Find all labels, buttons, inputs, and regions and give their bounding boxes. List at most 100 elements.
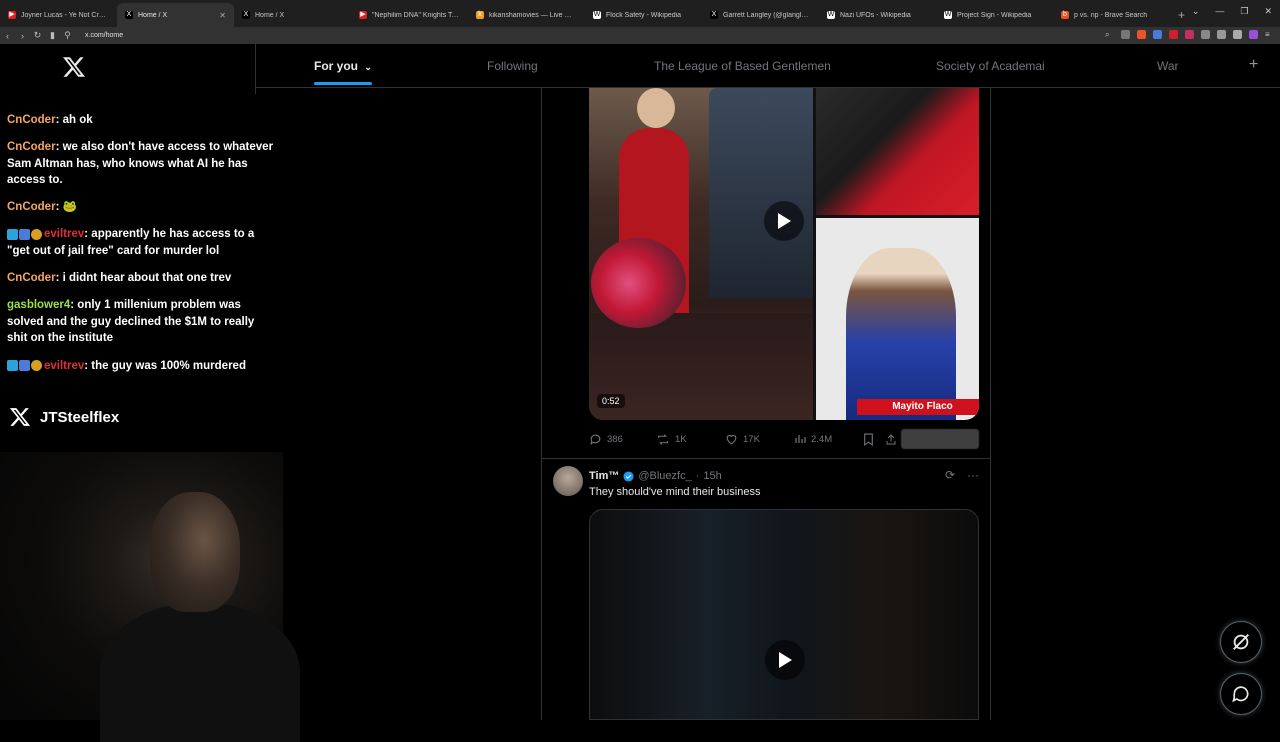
play-button[interactable] [765,640,805,680]
extension-icons: ⌕ ≡ [1105,30,1274,39]
messages-button[interactable] [1220,673,1262,715]
favicon-icon: ▶ [8,11,16,19]
bookmark-icon [864,433,873,446]
favicon-icon: X [710,11,718,19]
favicon-icon: X [125,11,133,19]
tab-label: p vs. np - Brave Search [1074,11,1148,19]
home-timeline-tabs: For you ⌄ Following The League of Based … [256,44,1280,88]
maximize-button[interactable]: ❐ [1240,6,1248,17]
repost-icon [658,433,668,445]
share-button[interactable] [885,433,897,446]
close-tab-icon[interactable]: ✕ [219,11,226,20]
author-handle[interactable]: @Bluezfc_ [638,470,691,482]
browser-tab[interactable]: ▶ Joyner Lucas - Ye Not Crazy (Offi [0,3,117,27]
play-button[interactable] [764,201,804,241]
tab-label: kikanshamovies — Live Movie Ch [489,11,577,19]
new-tab-button[interactable]: + [1170,3,1193,27]
chat-message: CnCoder: we also don't have access to wh… [7,139,277,189]
bookmark-button[interactable] [863,433,874,446]
extension-icon[interactable] [1249,30,1258,39]
post-video-media[interactable]: 0:52 Mayito Flaco [589,88,979,420]
chat-badge-icon [7,228,18,240]
chat-badge-icon [7,360,18,371]
tab-society-of-academai[interactable]: Society of Academai [936,44,1045,88]
extension-icon[interactable] [1153,30,1162,39]
chat-username: gasblower4 [7,299,71,312]
tab-label: Flock Safety - Wikipedia [606,11,682,19]
url-field[interactable]: x.com/home [85,32,123,39]
browser-tab[interactable]: W Nazi UFOs - Wikipedia [819,3,936,27]
browser-tab[interactable]: W Flock Safety - Wikipedia [585,3,702,27]
tab-search-icon[interactable]: ⌄ [1192,6,1200,17]
favicon-icon: W [944,11,952,19]
streamer-handle: JTSteelflex [9,406,119,428]
tab-league-of-based-gentlemen[interactable]: The League of Based Gentlemen [654,44,831,88]
grok-icon[interactable]: ⟳ [945,468,955,482]
favicon-icon: b [1061,11,1069,19]
reply-button[interactable]: 386 [589,433,623,446]
tab-for-you[interactable]: For you ⌄ [314,44,372,88]
browser-tab[interactable]: b p vs. np - Brave Search [1053,3,1170,27]
browser-tab-bar: ▶ Joyner Lucas - Ye Not Crazy (Offi X Home … [0,0,1280,27]
chevron-down-icon: ⌄ [364,62,372,72]
like-button[interactable]: 17K [725,433,760,446]
author-name[interactable]: Tim™ [589,470,619,482]
chat-username: eviltrev [44,228,85,241]
chat-message: eviltrev: the guy was 100% murdered [7,358,277,375]
chat-message: CnCoder: 🐸 [7,199,277,216]
x-logo-icon [9,408,31,426]
views-button[interactable]: 2.4M [794,433,832,445]
browser-tab[interactable]: X Home / X ✕ [117,3,234,27]
x-logo-icon[interactable] [62,55,86,79]
forward-icon[interactable]: › [15,31,30,41]
video-figure [709,88,813,298]
extension-icon[interactable] [1169,30,1178,39]
zoom-icon[interactable]: ⌕ [1105,30,1114,39]
browser-tab[interactable]: X Garrett Langley (@glangley) / X [702,3,819,27]
back-icon[interactable]: ‹ [0,31,15,41]
reload-icon[interactable]: ↻ [30,30,45,41]
tab-war[interactable]: War [1157,44,1179,88]
add-list-icon[interactable]: + [1249,56,1258,74]
chat-username: CnCoder [7,114,56,126]
browser-tab[interactable]: ▶ "Nephilim DNA" Knights Templar [351,3,468,27]
post-divider [541,458,991,459]
video-figure [846,248,956,420]
close-window-button[interactable]: ✕ [1264,6,1272,17]
tab-label: Society of Academai [936,59,1045,73]
repost-button[interactable]: 1K [656,433,687,446]
separator-dot: · [695,470,700,482]
avatar[interactable] [553,466,583,496]
video-figure [637,88,675,128]
reply-icon [590,434,601,445]
more-icon[interactable]: ··· [967,468,979,482]
grok-button[interactable] [1220,621,1262,663]
extension-icon[interactable] [1121,30,1130,39]
browser-tab[interactable]: W Project Sign - Wikipedia [936,3,1053,27]
extension-icon[interactable] [1201,30,1210,39]
browser-tab[interactable]: k kikanshamovies — Live Movie Ch [468,3,585,27]
menu-icon[interactable]: ≡ [1265,30,1274,39]
video-frame-left [589,88,813,420]
extension-icon[interactable] [1217,30,1226,39]
feed-border-left [541,88,542,720]
browser-tab[interactable]: X Home / X [234,3,351,27]
post-video-media[interactable] [589,509,979,720]
stream-chat: CnCoder: ah ok CnCoder: we also don't hav… [7,112,277,385]
play-icon [778,213,791,229]
chat-username: CnCoder [7,272,56,285]
chat-badge-icon [19,360,30,371]
video-flowers [591,238,686,328]
blurred-overlay-button[interactable] [901,429,979,449]
sidebar-icon[interactable] [1233,30,1242,39]
minimize-button[interactable]: — [1215,6,1224,17]
post-header: Tim™ @Bluezfc_ · 15h [589,470,722,482]
bookmark-icon[interactable]: ▮ [45,30,60,41]
video-duration: 0:52 [597,394,625,408]
x-extension-icon[interactable] [1185,30,1194,39]
brave-shields-icon[interactable] [1137,30,1146,39]
post-time[interactable]: 15h [703,470,721,482]
favicon-icon: ▶ [359,11,367,19]
site-info-icon[interactable]: ⚲ [60,30,75,41]
tab-following[interactable]: Following [487,44,538,88]
